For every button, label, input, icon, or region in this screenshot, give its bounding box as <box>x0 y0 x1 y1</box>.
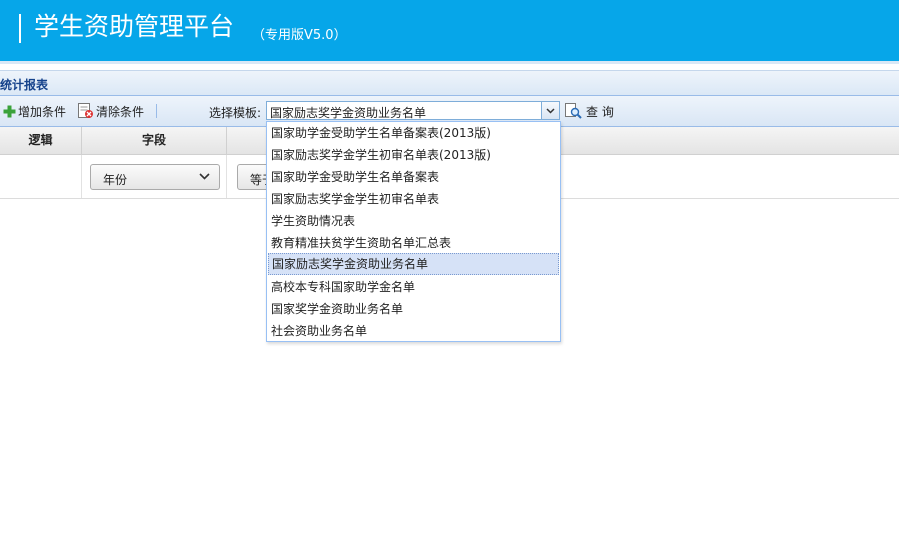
app-header: 学生资助管理平台 （专用版V5.0） <box>0 0 899 61</box>
template-select-value: 国家励志奖学金资助业务名单 <box>270 106 427 120</box>
chevron-down-icon <box>199 169 210 186</box>
dropdown-option[interactable]: 学生资助情况表 <box>268 210 559 232</box>
add-condition-label: 增加条件 <box>18 104 67 119</box>
chevron-down-icon[interactable] <box>541 102 559 119</box>
query-label: 查 询 <box>586 104 614 119</box>
dropdown-option[interactable]: 国家奖学金资助业务名单 <box>268 298 559 320</box>
template-label: 选择模板: <box>209 106 262 120</box>
title-divider <box>19 14 21 43</box>
template-select[interactable]: 国家励志奖学金资助业务名单 <box>266 101 560 120</box>
dropdown-option[interactable]: 社会资助业务名单 <box>268 320 559 342</box>
template-dropdown-list: 国家助学金受助学生名单备案表(2013版) 国家励志奖学金学生初审名单表(201… <box>266 121 561 342</box>
cell-divider <box>81 155 82 198</box>
field-select[interactable]: 年份 <box>90 164 220 190</box>
app-version: （专用版V5.0） <box>252 28 347 43</box>
dropdown-option[interactable]: 国家励志奖学金学生初审名单表(2013版) <box>268 144 559 166</box>
dropdown-option[interactable]: 国家助学金受助学生名单备案表 <box>268 166 559 188</box>
add-icon <box>3 105 16 117</box>
header-spacer <box>0 64 899 69</box>
dropdown-option[interactable]: 国家励志奖学金学生初审名单表 <box>268 188 559 210</box>
clear-condition-label: 清除条件 <box>96 104 145 119</box>
panel-header: 统计报表 <box>0 70 899 96</box>
app-title: 学生资助管理平台 <box>34 12 235 41</box>
dropdown-option[interactable]: 国家助学金受助学生名单备案表(2013版) <box>268 122 559 144</box>
cell-divider <box>226 155 227 198</box>
panel-title: 统计报表 <box>0 78 49 92</box>
dropdown-option[interactable]: 高校本专科国家助学金名单 <box>268 276 559 298</box>
dropdown-option-selected[interactable]: 国家励志奖学金资助业务名单 <box>268 253 559 275</box>
column-header-field: 字段 <box>82 127 227 154</box>
clear-icon <box>78 103 93 118</box>
query-button[interactable]: 查 询 <box>565 103 614 119</box>
field-select-value: 年份 <box>103 173 128 187</box>
dropdown-option[interactable]: 教育精准扶贫学生资助名单汇总表 <box>268 232 559 254</box>
column-header-logic: 逻辑 <box>0 127 82 154</box>
add-condition-button[interactable]: 增加条件 <box>3 103 66 119</box>
clear-condition-button[interactable]: 清除条件 <box>77 103 144 119</box>
search-icon <box>565 103 582 119</box>
toolbar-separator <box>156 104 157 118</box>
